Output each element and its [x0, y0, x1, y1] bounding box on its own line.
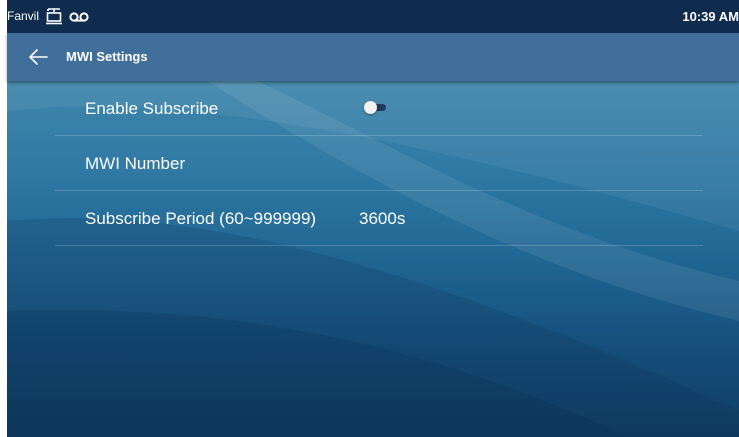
- carrier-name: Fanvil: [7, 9, 40, 23]
- status-bar: Fanvil 10:39 AM: [7, 0, 739, 33]
- arrow-left-icon: [29, 49, 48, 65]
- setting-enable-subscribe[interactable]: Enable Subscribe: [55, 81, 703, 136]
- page-title: MWI Settings: [66, 49, 148, 64]
- settings-list: Enable Subscribe MWI Number Subscribe Pe…: [55, 81, 703, 246]
- clock: 10:39 AM: [682, 9, 739, 24]
- toggle-thumb: [364, 101, 377, 114]
- setting-mwi-number[interactable]: MWI Number: [55, 136, 703, 191]
- phone-screen: Fanvil 10:39 AM MWI Settings Enable Subs…: [0, 0, 739, 437]
- setting-label: MWI Number: [85, 154, 186, 173]
- network-icon: [45, 8, 63, 25]
- voicemail-icon: [69, 10, 89, 22]
- setting-value: 3600s: [359, 209, 406, 228]
- setting-label: Subscribe Period (60~999999): [85, 209, 317, 228]
- setting-subscribe-period[interactable]: Subscribe Period (60~999999) 3600s: [55, 191, 703, 246]
- enable-subscribe-toggle[interactable]: [364, 101, 388, 114]
- app-bar: MWI Settings: [7, 33, 739, 81]
- settings-panel: Enable Subscribe MWI Number Subscribe Pe…: [7, 81, 739, 437]
- back-button[interactable]: [27, 47, 49, 67]
- setting-label: Enable Subscribe: [85, 99, 219, 118]
